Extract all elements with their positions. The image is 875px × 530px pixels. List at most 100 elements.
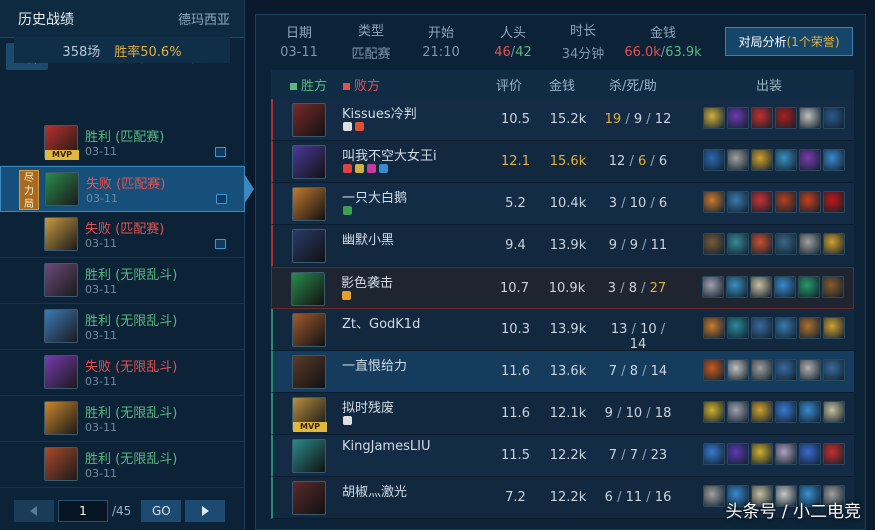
item-icon[interactable] — [703, 149, 725, 171]
player-name[interactable]: Kissues冷判 — [342, 103, 417, 122]
item-icon[interactable] — [727, 443, 749, 465]
player-row[interactable]: Zt、GodK1d 10.3 13.9k 13 / 10 / 14 — [271, 309, 854, 352]
item-icon[interactable] — [703, 233, 725, 255]
item-icon[interactable] — [799, 317, 821, 339]
item-icon[interactable] — [799, 359, 821, 381]
champion-avatar[interactable] — [292, 481, 326, 515]
item-icon[interactable] — [775, 149, 797, 171]
player-name[interactable]: Zt、GodK1d — [342, 313, 420, 332]
player-name[interactable]: 叫我不空大女王i — [342, 145, 437, 164]
item-icon[interactable] — [703, 359, 725, 381]
player-name[interactable]: 一直恨给力 — [342, 355, 407, 374]
player-row[interactable]: 叫我不空大女王i 12.1 15.6k 12 / 6 / 6 — [271, 141, 854, 183]
game-list-item[interactable]: 胜利 (无限乱斗) 03-11 — [0, 304, 245, 350]
item-icon[interactable] — [775, 233, 797, 255]
item-icon[interactable] — [823, 233, 845, 255]
champion-avatar[interactable] — [292, 187, 326, 221]
item-icon[interactable] — [774, 276, 796, 298]
item-icon[interactable] — [703, 443, 725, 465]
item-icon[interactable] — [823, 317, 845, 339]
item-icon[interactable] — [775, 191, 797, 213]
champion-avatar[interactable] — [292, 145, 326, 179]
item-icon[interactable] — [703, 107, 725, 129]
item-icon[interactable] — [703, 191, 725, 213]
item-icon[interactable] — [751, 359, 773, 381]
game-list-item[interactable]: 胜利 (无限乱斗) 03-11 — [0, 396, 245, 442]
next-page-button[interactable] — [185, 500, 226, 522]
player-name[interactable]: 幽默小黑 — [342, 229, 394, 248]
item-icon[interactable] — [798, 276, 820, 298]
player-name[interactable]: 胡椒灬激光 — [342, 481, 407, 500]
item-icon[interactable] — [751, 317, 773, 339]
item-icon[interactable] — [727, 149, 749, 171]
player-name[interactable]: 拟时残废 — [342, 397, 394, 416]
champion-avatar[interactable] — [291, 272, 325, 306]
prev-page-button[interactable] — [14, 500, 54, 522]
item-icon[interactable] — [799, 191, 821, 213]
item-icon[interactable] — [751, 401, 773, 423]
item-icon[interactable] — [823, 149, 845, 171]
champion-avatar[interactable] — [292, 355, 326, 389]
replay-icon[interactable] — [216, 194, 227, 204]
game-list-item[interactable]: 胜利 (无限乱斗) 03-11 — [0, 442, 245, 488]
player-row[interactable]: 影色袭击 10.7 10.9k 3 / 8 / 27 — [271, 267, 854, 309]
player-row[interactable]: Kissues冷判 10.5 15.2k 19 / 9 / 12 — [271, 99, 854, 141]
item-icon[interactable] — [727, 191, 749, 213]
page-input[interactable] — [58, 500, 108, 522]
replay-icon[interactable] — [215, 147, 226, 157]
player-name[interactable]: 影色袭击 — [341, 272, 393, 291]
go-button[interactable]: GO — [141, 500, 182, 522]
region-label[interactable]: 德玛西亚 — [178, 9, 230, 28]
player-row[interactable]: 幽默小黑 9.4 13.9k 9 / 9 / 11 — [271, 225, 854, 267]
item-icon[interactable] — [799, 233, 821, 255]
champion-avatar[interactable] — [292, 229, 326, 263]
game-list-item[interactable]: MVP 胜利 (匹配赛) 03-11 — [0, 120, 245, 166]
player-row[interactable]: MVP 拟时残废 11.6 12.1k 9 / 10 / 18 — [271, 393, 854, 435]
item-icon[interactable] — [751, 107, 773, 129]
item-icon[interactable] — [727, 359, 749, 381]
item-icon[interactable] — [703, 485, 725, 507]
champion-avatar[interactable] — [292, 439, 326, 473]
champion-avatar[interactable] — [292, 103, 326, 137]
item-icon[interactable] — [726, 276, 748, 298]
item-icon[interactable] — [727, 107, 749, 129]
item-icon[interactable] — [775, 359, 797, 381]
player-row[interactable]: KingJamesLIU 11.5 12.2k 7 / 7 / 23 — [271, 435, 854, 477]
player-name[interactable]: KingJamesLIU — [342, 439, 430, 454]
item-icon[interactable] — [727, 317, 749, 339]
item-icon[interactable] — [775, 107, 797, 129]
item-icon[interactable] — [751, 443, 773, 465]
item-icon[interactable] — [775, 401, 797, 423]
item-icon[interactable] — [799, 149, 821, 171]
item-icon[interactable] — [775, 443, 797, 465]
item-icon[interactable] — [823, 443, 845, 465]
replay-icon[interactable] — [215, 239, 226, 249]
player-row[interactable]: 一直恨给力 11.6 13.6k 7 / 8 / 14 — [271, 351, 854, 393]
item-icon[interactable] — [750, 276, 772, 298]
item-icon[interactable] — [703, 317, 725, 339]
item-icon[interactable] — [727, 233, 749, 255]
player-row[interactable]: 一只大白鹅 5.2 10.4k 3 / 10 / 6 — [271, 183, 854, 225]
item-icon[interactable] — [822, 276, 844, 298]
item-icon[interactable] — [799, 443, 821, 465]
game-list-item[interactable]: 尽力局 失败 (匹配赛) 03-11 — [0, 166, 254, 212]
item-icon[interactable] — [823, 107, 845, 129]
item-icon[interactable] — [751, 191, 773, 213]
item-icon[interactable] — [799, 401, 821, 423]
player-name[interactable]: 一只大白鹅 — [342, 187, 407, 206]
game-list-item[interactable]: 失败 (无限乱斗) 03-11 — [0, 350, 245, 396]
match-analysis-button[interactable]: 对局分析 (1个荣誉) — [725, 27, 853, 56]
item-icon[interactable] — [751, 233, 773, 255]
item-icon[interactable] — [703, 401, 725, 423]
item-icon[interactable] — [775, 317, 797, 339]
item-icon[interactable] — [799, 107, 821, 129]
game-list-item[interactable]: 胜利 (无限乱斗) 03-11 — [0, 258, 245, 304]
item-icon[interactable] — [727, 401, 749, 423]
item-icon[interactable] — [702, 276, 724, 298]
game-list-item[interactable]: 失败 (匹配赛) 03-11 — [0, 212, 245, 258]
champion-avatar[interactable] — [292, 313, 326, 347]
item-icon[interactable] — [823, 359, 845, 381]
item-icon[interactable] — [823, 191, 845, 213]
item-icon[interactable] — [751, 149, 773, 171]
champion-avatar[interactable]: MVP — [292, 397, 327, 432]
